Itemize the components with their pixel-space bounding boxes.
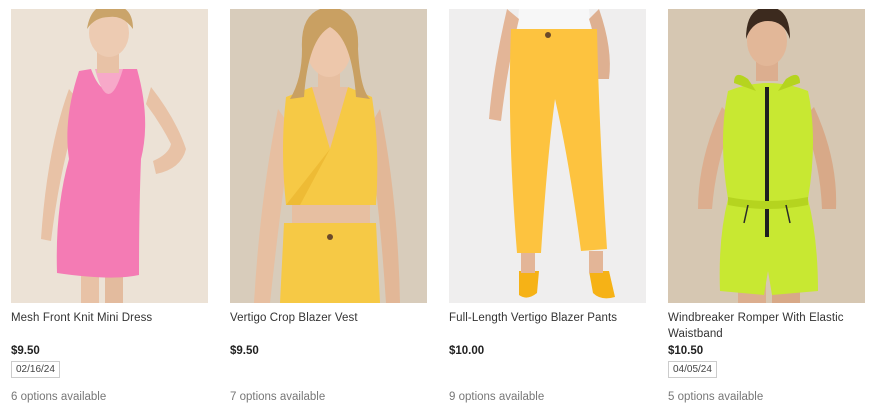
product-options-count: 5 options available [668,391,764,403]
yellow-vest-image [230,9,427,303]
product-card[interactable]: Vertigo Crop Blazer Vest $9.50 7 options… [230,9,427,408]
product-image-yellow-pants[interactable] [449,9,646,303]
yellow-pants-image [449,9,646,303]
lime-romper-image [668,9,865,303]
product-options-count: 6 options available [11,391,107,403]
product-card[interactable]: Windbreaker Romper With Elastic Waistban… [668,9,865,408]
product-card[interactable]: Full-Length Vertigo Blazer Pants $10.00 … [449,9,646,408]
product-price: $9.50 [11,345,40,357]
product-title[interactable]: Full-Length Vertigo Blazer Pants [449,310,646,326]
product-title[interactable]: Mesh Front Knit Mini Dress [11,310,208,326]
product-title[interactable]: Windbreaker Romper With Elastic Waistban… [668,310,865,342]
product-price: $10.50 [668,345,704,357]
product-options-count: 9 options available [449,391,545,403]
product-image-yellow-vest[interactable] [230,9,427,303]
product-grid: Mesh Front Knit Mini Dress $9.50 02/16/2… [0,0,869,408]
pink-dress-image [11,9,208,303]
product-image-lime-romper[interactable] [668,9,865,303]
product-title[interactable]: Vertigo Crop Blazer Vest [230,310,427,326]
product-image-pink-dress[interactable] [11,9,208,303]
product-date-badge: 02/16/24 [11,361,60,378]
product-price: $10.00 [449,345,485,357]
product-date-badge: 04/05/24 [668,361,717,378]
product-price: $9.50 [230,345,259,357]
product-card[interactable]: Mesh Front Knit Mini Dress $9.50 02/16/2… [11,9,208,408]
product-options-count: 7 options available [230,391,326,403]
